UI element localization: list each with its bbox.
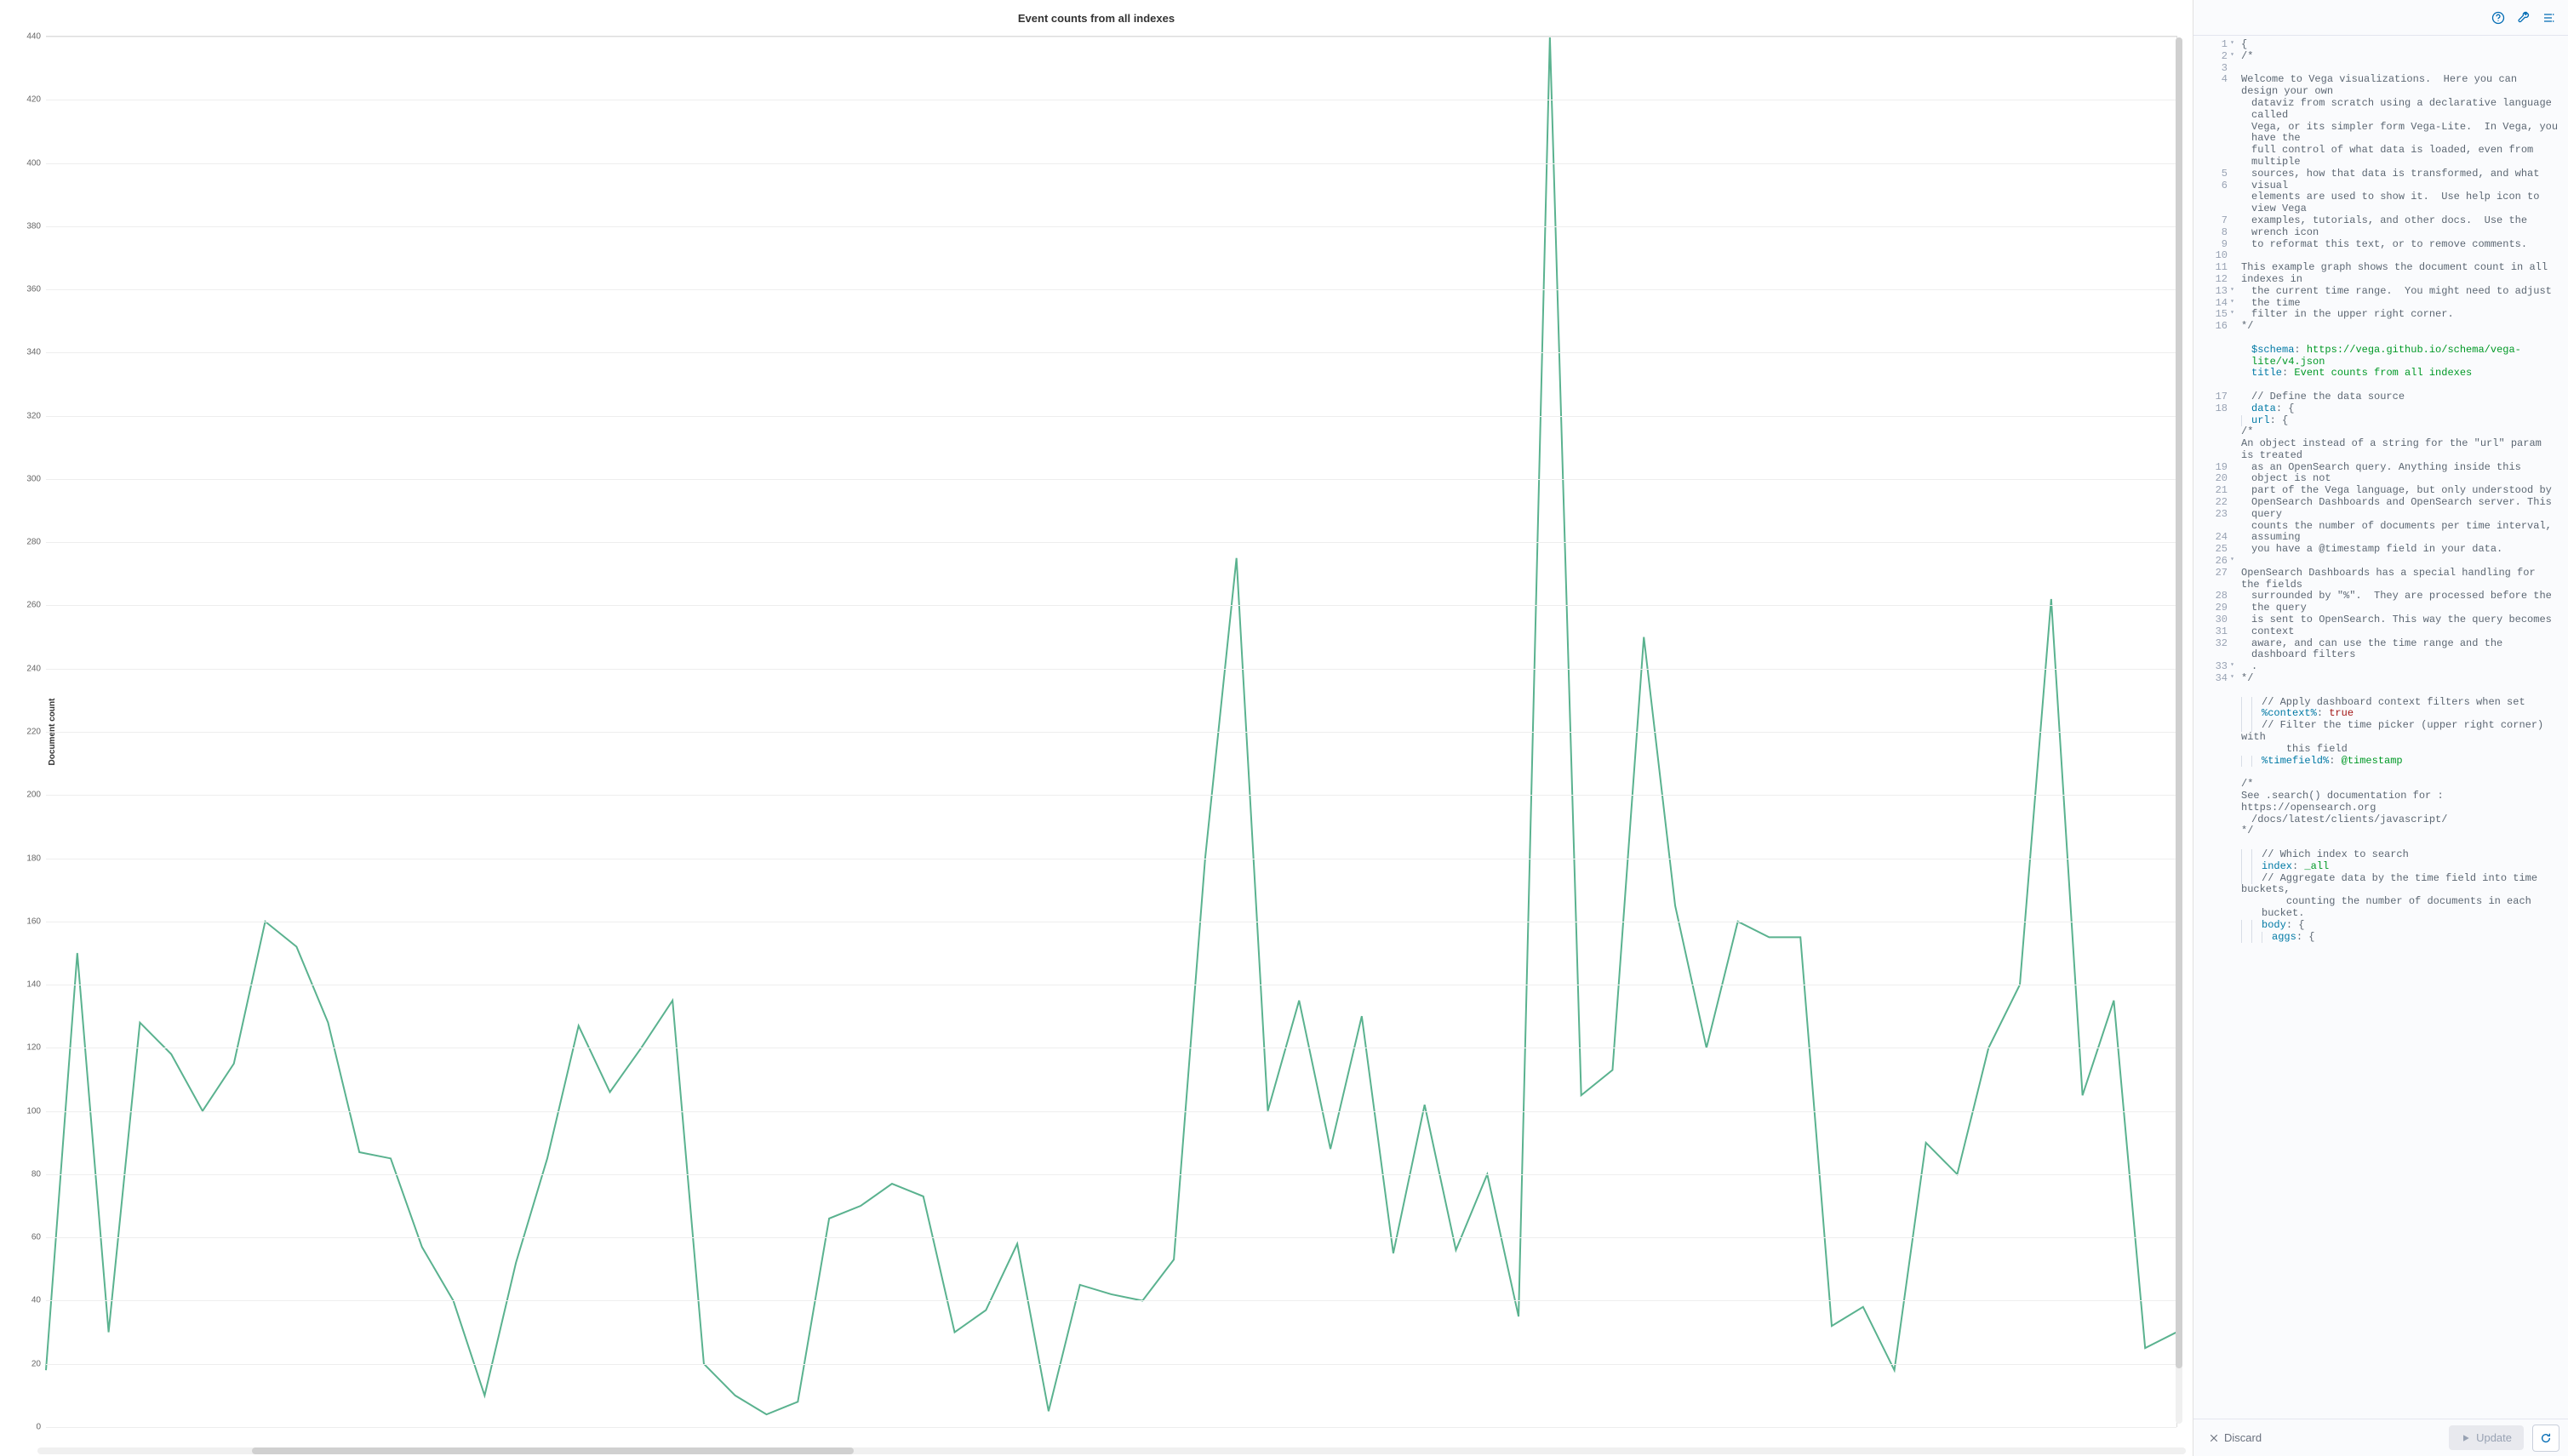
y-tick: 340 [26,348,46,357]
update-label: Update [2476,1431,2512,1444]
editor-gutter: 1234567891011121314151617181920212223242… [2193,36,2233,1419]
chart-line [46,37,2176,1414]
wrench-icon[interactable] [2517,11,2531,25]
discard-label: Discard [2224,1431,2262,1444]
chart-title: Event counts from all indexes [9,9,2184,31]
y-tick: 200 [26,791,46,800]
refresh-button[interactable] [2532,1425,2559,1452]
play-icon [2461,1433,2471,1443]
chart-scrollbar-horizontal[interactable] [37,1447,2186,1454]
editor-toolbar [2193,0,2568,36]
close-icon [2209,1433,2219,1443]
update-button[interactable]: Update [2449,1425,2524,1450]
chart-scrollbar-vertical[interactable] [2176,37,2182,1424]
chart-plot-area: Document count 0204060801001201401601802… [46,36,2177,1427]
y-tick: 100 [26,1106,46,1116]
help-icon[interactable] [2491,11,2505,25]
y-tick: 360 [26,285,46,294]
y-tick: 380 [26,221,46,231]
y-tick: 440 [26,32,46,42]
y-tick: 420 [26,95,46,105]
y-tick: 40 [31,1296,46,1305]
y-tick: 300 [26,474,46,483]
y-tick: 320 [26,411,46,420]
refresh-icon [2540,1432,2552,1444]
y-tick: 260 [26,601,46,610]
y-tick: 20 [31,1359,46,1368]
y-tick: 280 [26,538,46,547]
y-tick: 80 [31,1169,46,1179]
y-tick: 220 [26,728,46,737]
editor-footer: Discard Update [2193,1419,2568,1456]
editor-panel: 1234567891011121314151617181920212223242… [2193,0,2568,1456]
editor-code[interactable]: {/*Welcome to Vega visualizations. Here … [2233,36,2568,1419]
options-icon[interactable] [2542,11,2556,25]
y-tick: 400 [26,158,46,168]
y-tick: 180 [26,854,46,863]
code-editor[interactable]: 1234567891011121314151617181920212223242… [2193,36,2568,1419]
chart-panel: Event counts from all indexes Document c… [0,0,2193,1456]
y-tick: 0 [36,1423,46,1432]
discard-button[interactable]: Discard [2202,1426,2268,1449]
y-tick: 240 [26,664,46,673]
y-tick: 120 [26,1043,46,1053]
y-tick: 140 [26,980,46,990]
y-tick: 60 [31,1233,46,1242]
y-tick: 160 [26,916,46,926]
